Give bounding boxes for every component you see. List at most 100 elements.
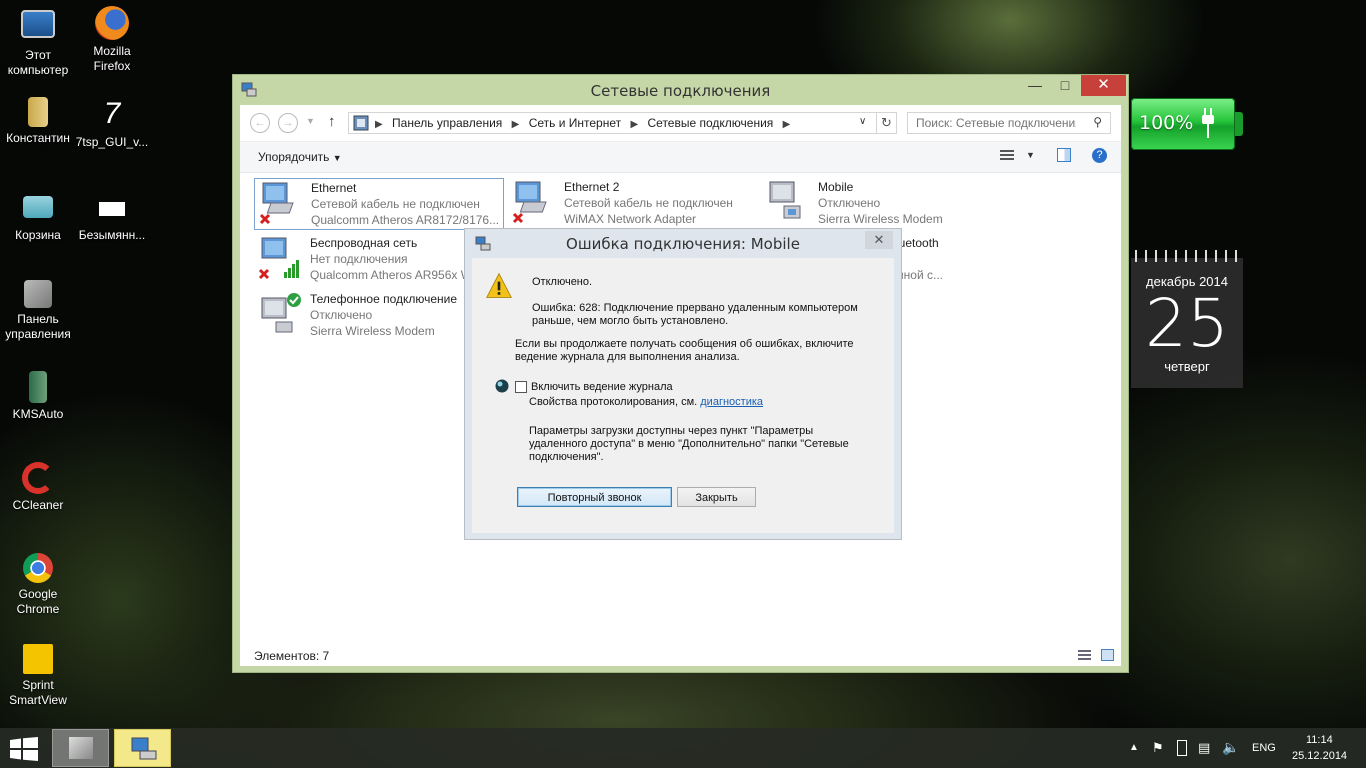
7tsp-icon: 7 — [103, 97, 121, 130]
back-button[interactable]: ← — [250, 113, 270, 133]
diagnostics-globe-icon — [495, 379, 509, 393]
recycle-bin-icon — [23, 196, 53, 218]
breadcrumb-network-internet[interactable]: Сеть и Интернет — [529, 116, 621, 130]
diagnostics-link[interactable]: диагностика — [700, 396, 763, 408]
dialog-body: Отключено. Ошибка: 628: Подключение прер… — [472, 258, 894, 533]
desktop-icon-chrome[interactable]: Google Chrome — [0, 553, 76, 617]
dial-up-adapter-icon — [261, 293, 301, 333]
close-dialog-button[interactable]: Закрыть — [677, 487, 756, 507]
breadcrumb: ▶ Панель управления ▶ Сеть и Интернет ▶ … — [375, 116, 796, 130]
desktop-icon-control-panel[interactable]: Панель управления — [0, 280, 76, 342]
modem-adapter-icon — [769, 181, 801, 219]
enable-logging-label[interactable]: Включить ведение журнала — [531, 381, 673, 394]
desktop-icon-this-pc[interactable]: Этот компьютер — [0, 6, 76, 78]
large-icons-view-icon[interactable] — [1101, 649, 1114, 661]
control-panel-icon — [69, 737, 93, 759]
connection-device: WiMAX Network Adapter — [564, 212, 697, 226]
taskbar-app-control-panel[interactable] — [52, 729, 109, 767]
desktop-icon-kmsauto[interactable]: KMSAuto — [0, 371, 76, 422]
desktop-icon-sprint[interactable]: Sprint SmartView — [0, 644, 76, 708]
taskbar-app-network-connections[interactable] — [114, 729, 171, 767]
action-center-flag-icon[interactable]: ⚑ — [1152, 740, 1164, 756]
close-button[interactable]: ✕ — [1081, 75, 1126, 96]
connection-name: Телефонное подключение — [310, 292, 458, 306]
language-indicator[interactable]: ENG — [1252, 742, 1276, 754]
windows-start-icon[interactable] — [10, 737, 38, 761]
preview-pane-icon[interactable] — [1057, 148, 1071, 162]
enable-logging-checkbox[interactable] — [515, 381, 527, 393]
forward-button[interactable]: → — [278, 113, 298, 133]
network-adapter-icon — [259, 182, 294, 225]
volume-icon[interactable]: 🔈 — [1222, 739, 1239, 756]
desktop-icon-label: Корзина — [15, 228, 61, 242]
redial-button[interactable]: Повторный звонок — [517, 487, 672, 507]
plug-icon — [1202, 108, 1214, 138]
desktop-icon-label: Google Chrome — [16, 587, 60, 616]
ccleaner-icon — [22, 462, 54, 494]
refresh-button[interactable]: ↻ — [877, 112, 897, 134]
address-bar[interactable]: ▶ Панель управления ▶ Сеть и Интернет ▶ … — [348, 112, 877, 134]
control-panel-icon — [24, 280, 52, 308]
dialog-error-line-1: Ошибка: 628: Подключение прервано удален… — [532, 302, 858, 314]
kmsauto-icon — [29, 371, 47, 403]
breadcrumb-control-panel[interactable]: Панель управления — [392, 116, 502, 130]
desktop-icon-user-folder[interactable]: Константин — [0, 97, 76, 146]
user-folder-icon — [28, 97, 48, 127]
connection-device: Qualcomm Atheros AR8172/8176... — [311, 213, 500, 227]
maximize-button[interactable]: □ — [1051, 75, 1079, 96]
battery-widget: 100% — [1131, 98, 1243, 150]
breadcrumb-separator-icon: ▶ — [375, 119, 383, 130]
connection-ethernet[interactable]: Ethernet Сетевой кабель не подключен Qua… — [254, 178, 504, 230]
connection-device: Sierra Wireless Modem — [818, 212, 943, 226]
dialog-params-line-2: удаленного доступа" в меню "Дополнительн… — [529, 438, 849, 450]
connection-ethernet-2[interactable]: Ethernet 2 Сетевой кабель не подключен W… — [508, 178, 758, 230]
desktop-icon-recycle-bin[interactable]: Корзина — [0, 190, 76, 243]
taskbar: ▲ ⚑ ▤ 🔈 ENG 11:14 25.12.2014 — [0, 728, 1366, 768]
view-options-chevron-icon[interactable]: ▼ — [1026, 150, 1035, 160]
dialog-close-button[interactable]: ✕ — [865, 231, 893, 249]
desktop-icon-label: Mozilla Firefox — [93, 44, 131, 73]
desktop-icon-label: CCleaner — [12, 498, 64, 512]
clock-time[interactable]: 11:14 — [1306, 734, 1333, 746]
minimize-button[interactable]: — — [1021, 75, 1049, 96]
desktop-icon-label: 7tsp_GUI_v... — [75, 135, 149, 149]
connection-status: Сетевой кабель не подключен — [564, 196, 733, 210]
connection-name: Ethernet — [311, 181, 357, 195]
chrome-icon — [23, 553, 53, 583]
connection-status: Отключено — [818, 196, 881, 210]
help-icon[interactable]: ? — [1092, 148, 1107, 163]
window-title: Сетевые подключения — [590, 82, 771, 100]
desktop-icon-untitled[interactable]: Безымянн... — [74, 190, 150, 243]
wireless-adapter-icon — [258, 237, 299, 280]
navigation-bar: ← → ▼ ↑ ▶ Панель управления ▶ Сеть и Инт… — [240, 105, 1121, 141]
connection-name: Mobile — [818, 180, 854, 194]
dialog-params-line-1: Параметры загрузки доступны через пункт … — [529, 425, 814, 437]
computer-icon — [21, 10, 55, 38]
window-titlebar[interactable]: Сетевые подключения — □ ✕ — [233, 75, 1128, 105]
network-connections-icon — [131, 737, 157, 760]
desktop-icon-ccleaner[interactable]: CCleaner — [0, 462, 76, 513]
show-hidden-icons-button[interactable]: ▲ — [1129, 742, 1139, 753]
clock-date[interactable]: 25.12.2014 — [1292, 750, 1347, 762]
dialog-advice-line-2: ведение журнала для выполнения анализа. — [515, 351, 740, 363]
address-dropdown-icon[interactable]: ∨ — [859, 116, 866, 127]
network-tray-icon[interactable]: ▤ — [1198, 740, 1210, 756]
connection-mobile[interactable]: Mobile Отключено Sierra Wireless Modem — [762, 178, 1012, 230]
recent-locations-chevron-icon[interactable]: ▼ — [306, 116, 315, 126]
log-properties-label: Свойства протоколирования, см. — [529, 396, 698, 408]
breadcrumb-separator-icon: ▶ — [630, 119, 639, 130]
breadcrumb-network-connections[interactable]: Сетевые подключения — [648, 116, 774, 130]
dialog-error-line-2: раньше, чем могло быть установлено. — [532, 315, 729, 327]
item-count: Элементов: 7 — [254, 649, 330, 663]
details-view-icon[interactable] — [1078, 650, 1091, 661]
search-input[interactable] — [916, 116, 1076, 130]
search-icon[interactable]: ⚲ — [1093, 115, 1102, 129]
battery-tray-icon[interactable] — [1177, 740, 1187, 756]
change-view-icon[interactable] — [1000, 150, 1014, 162]
organize-menu[interactable]: Упорядочить ▼ — [258, 150, 342, 164]
desktop-icon-7tsp[interactable]: 7 7tsp_GUI_v... — [74, 97, 150, 150]
search-box[interactable]: ⚲ — [907, 112, 1111, 134]
up-button[interactable]: ↑ — [328, 113, 336, 130]
desktop-icon-firefox[interactable]: Mozilla Firefox — [74, 6, 150, 74]
desktop-icon-label: Панель управления — [5, 312, 71, 341]
